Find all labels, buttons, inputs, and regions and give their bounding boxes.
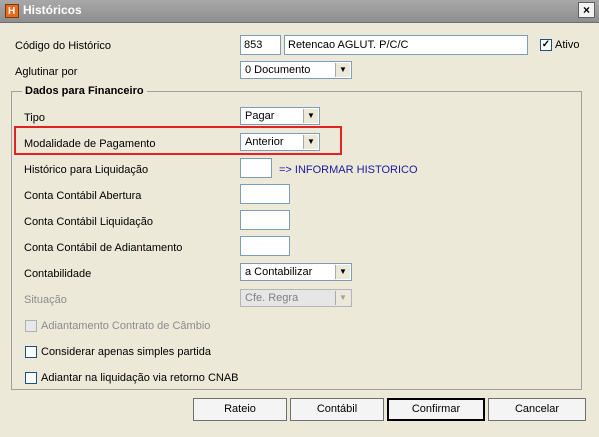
conta-liquidacao-input[interactable] <box>240 210 290 230</box>
confirmar-button[interactable]: Confirmar <box>387 398 485 421</box>
codigo-input[interactable]: 853 <box>240 35 281 55</box>
contabilidade-label: Contabilidade <box>24 268 92 280</box>
contabilidade-value: a Contabilizar <box>245 266 313 278</box>
modalidade-label: Modalidade de Pagamento <box>24 138 156 150</box>
historico-liquidacao-label: Histórico para Liquidação <box>24 164 149 176</box>
title-bar: H Históricos × <box>0 0 599 23</box>
ativo-label: Ativo <box>555 39 580 51</box>
chevron-down-icon[interactable]: ▼ <box>335 63 350 77</box>
rateio-button[interactable]: Rateio <box>193 398 287 421</box>
contabil-button[interactable]: Contábil <box>290 398 384 421</box>
tipo-value: Pagar <box>245 110 275 122</box>
group-title: Dados para Financeiro <box>22 85 147 97</box>
window-title: Históricos <box>23 3 82 17</box>
historico-liquidacao-input[interactable] <box>240 158 272 178</box>
modalidade-select[interactable]: Anterior ▼ <box>240 133 320 151</box>
chevron-down-icon[interactable]: ▼ <box>335 265 350 279</box>
descricao-input[interactable]: Retencao AGLUT. P/C/C <box>284 35 528 55</box>
close-button[interactable]: × <box>578 2 595 18</box>
conta-adiantamento-label: Conta Contábil de Adiantamento <box>24 242 183 254</box>
tipo-select[interactable]: Pagar ▼ <box>240 107 320 125</box>
considerar-simples-checkbox[interactable] <box>25 346 37 358</box>
checkmark-icon: ✓ <box>541 39 551 50</box>
conta-abertura-label: Conta Contábil Abertura <box>24 190 142 202</box>
contabilidade-select[interactable]: a Contabilizar ▼ <box>240 263 352 281</box>
adiantamento-contrato-label: Adiantamento Contrato de Câmbio <box>41 320 211 332</box>
historico-hint: => INFORMAR HISTORICO <box>279 164 418 176</box>
chevron-down-icon[interactable]: ▼ <box>303 109 318 123</box>
adiantar-liquidacao-label[interactable]: Adiantar na liquidação via retorno CNAB <box>41 372 239 384</box>
considerar-simples-label[interactable]: Considerar apenas simples partida <box>41 346 211 358</box>
chevron-down-icon[interactable]: ▼ <box>303 135 318 149</box>
conta-adiantamento-input[interactable] <box>240 236 290 256</box>
tipo-label: Tipo <box>24 112 45 124</box>
modalidade-value: Anterior <box>245 136 284 148</box>
app-icon: H <box>5 4 19 18</box>
cancelar-button[interactable]: Cancelar <box>488 398 586 421</box>
adiantamento-contrato-checkbox <box>25 320 37 332</box>
chevron-down-icon: ▼ <box>335 291 350 305</box>
situacao-label: Situação <box>24 294 67 306</box>
situacao-select: Cfe. Regra ▼ <box>240 289 352 307</box>
situacao-value: Cfe. Regra <box>245 292 299 304</box>
conta-abertura-input[interactable] <box>240 184 290 204</box>
aglutinar-label: Aglutinar por <box>15 66 78 78</box>
adiantar-liquidacao-checkbox[interactable] <box>25 372 37 384</box>
ativo-checkbox[interactable]: ✓ <box>540 39 552 51</box>
aglutinar-value: 0 Documento <box>245 64 311 76</box>
codigo-label: Código do Histórico <box>15 40 111 52</box>
conta-liquidacao-label: Conta Contábil Liquidação <box>24 216 154 228</box>
aglutinar-select[interactable]: 0 Documento ▼ <box>240 61 352 79</box>
